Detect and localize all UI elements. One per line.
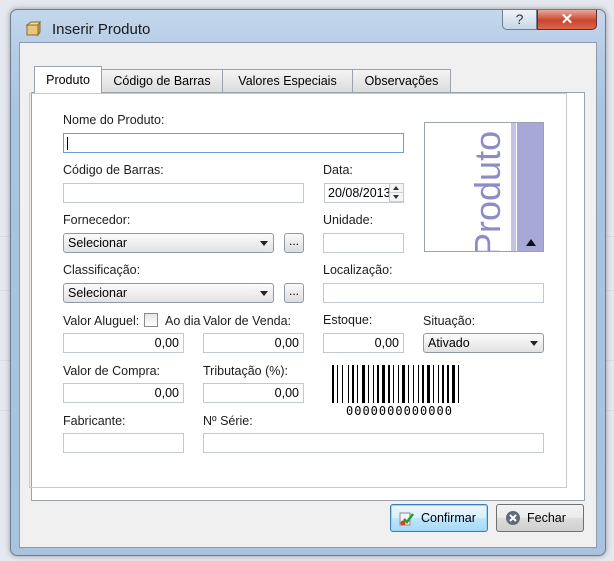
classificacao-select[interactable]: Selecionar bbox=[63, 283, 274, 303]
estoque-label: Estoque: bbox=[323, 313, 373, 327]
preview-text: Produto bbox=[467, 130, 508, 252]
barcode-bar bbox=[418, 365, 419, 403]
valor-compra-input[interactable]: 0,00 bbox=[63, 383, 184, 403]
chevron-down-icon bbox=[260, 291, 268, 296]
spin-up-icon[interactable] bbox=[390, 184, 403, 193]
fornecedor-browse-button[interactable]: ... bbox=[284, 233, 304, 253]
barcode-bar bbox=[357, 365, 358, 403]
tab-produto[interactable]: Produto bbox=[34, 66, 102, 93]
barcode-bar bbox=[393, 365, 394, 403]
barcode-bar bbox=[433, 365, 434, 403]
localizacao-label: Localização: bbox=[323, 263, 393, 277]
classificacao-browse-button[interactable]: ... bbox=[284, 283, 304, 303]
valor-compra-label: Valor de Compra: bbox=[63, 364, 161, 378]
data-label: Data: bbox=[323, 163, 353, 177]
barcode-bar bbox=[337, 365, 338, 403]
barcode-digits: 0000000000000 bbox=[346, 404, 453, 418]
classificacao-label: Classificação: bbox=[63, 263, 141, 277]
fornecedor-label: Fornecedor: bbox=[63, 213, 131, 227]
barcode-bar bbox=[382, 365, 385, 403]
form-area: Nome do Produto: Código de Barras: Data:… bbox=[10, 33, 590, 513]
window-close-button[interactable]: ✕ bbox=[537, 10, 597, 30]
barcode-image bbox=[332, 365, 459, 403]
valor-venda-input[interactable]: 0,00 bbox=[203, 333, 304, 353]
valor-venda-label: Valor de Venda: bbox=[203, 314, 292, 328]
preview-stripe-dark bbox=[517, 123, 543, 251]
barcode-bar bbox=[458, 365, 459, 403]
barcode-bar bbox=[368, 365, 369, 403]
nome-produto-input[interactable] bbox=[63, 133, 404, 153]
fabricante-input[interactable] bbox=[63, 433, 184, 453]
estoque-input[interactable]: 0,00 bbox=[323, 333, 404, 353]
barcode-bar bbox=[377, 365, 379, 403]
barcode-bar bbox=[348, 365, 349, 403]
situacao-selected-value: Ativado bbox=[428, 336, 470, 350]
barcode-bar bbox=[452, 365, 455, 403]
preview-stripe-light bbox=[511, 123, 516, 251]
chevron-down-icon bbox=[530, 341, 538, 346]
numero-serie-input[interactable] bbox=[203, 433, 544, 453]
help-button[interactable]: ? bbox=[502, 10, 537, 30]
barcode-bar bbox=[413, 365, 414, 403]
tributacao-input[interactable]: 0,00 bbox=[203, 383, 304, 403]
barcode-bar bbox=[352, 365, 354, 403]
fornecedor-selected-value: Selecionar bbox=[68, 236, 128, 250]
fabricante-label: Fabricante: bbox=[63, 414, 126, 428]
barcode-bar bbox=[388, 365, 390, 403]
barcode-bar bbox=[332, 365, 334, 403]
nome-produto-label: Nome do Produto: bbox=[63, 113, 165, 127]
spin-down-icon[interactable] bbox=[390, 193, 403, 202]
classificacao-selected-value: Selecionar bbox=[68, 286, 128, 300]
tributacao-label: Tributação (%): bbox=[203, 364, 288, 378]
barcode-bar bbox=[398, 365, 399, 403]
barcode-bar bbox=[362, 365, 365, 403]
barcode-bar bbox=[447, 365, 449, 403]
ao-dia-label: Ao dia bbox=[165, 314, 201, 328]
date-spinner[interactable] bbox=[389, 184, 403, 202]
text-caret bbox=[67, 137, 68, 150]
triangle-up-icon[interactable] bbox=[526, 239, 536, 246]
unidade-input[interactable] bbox=[323, 233, 404, 253]
numero-serie-label: Nº Série: bbox=[203, 414, 253, 428]
localizacao-input[interactable] bbox=[323, 283, 544, 303]
situacao-select[interactable]: Ativado bbox=[423, 333, 544, 353]
barcode-bar bbox=[342, 365, 343, 403]
barcode-bar bbox=[408, 365, 409, 403]
data-value: 20/08/2013 bbox=[328, 186, 391, 200]
unidade-label: Unidade: bbox=[323, 213, 374, 227]
barcode-bar bbox=[422, 365, 424, 403]
barcode-bar bbox=[373, 365, 374, 403]
barcode-bar bbox=[438, 365, 439, 403]
barcode-bar bbox=[442, 365, 444, 403]
valor-aluguel-input[interactable]: 0,00 bbox=[63, 333, 184, 353]
ao-dia-checkbox[interactable] bbox=[144, 313, 158, 327]
chevron-down-icon bbox=[260, 241, 268, 246]
barcode-bar bbox=[427, 365, 430, 403]
barcode-bar bbox=[402, 365, 405, 403]
valor-aluguel-label: Valor Aluguel: bbox=[63, 314, 140, 328]
codigo-barras-input[interactable] bbox=[63, 183, 304, 203]
data-date-picker[interactable]: 20/08/2013 bbox=[324, 183, 404, 203]
product-image-preview[interactable]: Produto bbox=[424, 122, 544, 252]
fornecedor-select[interactable]: Selecionar bbox=[63, 233, 274, 253]
situacao-label: Situação: bbox=[423, 314, 476, 328]
codigo-barras-label: Código de Barras: bbox=[63, 163, 164, 177]
